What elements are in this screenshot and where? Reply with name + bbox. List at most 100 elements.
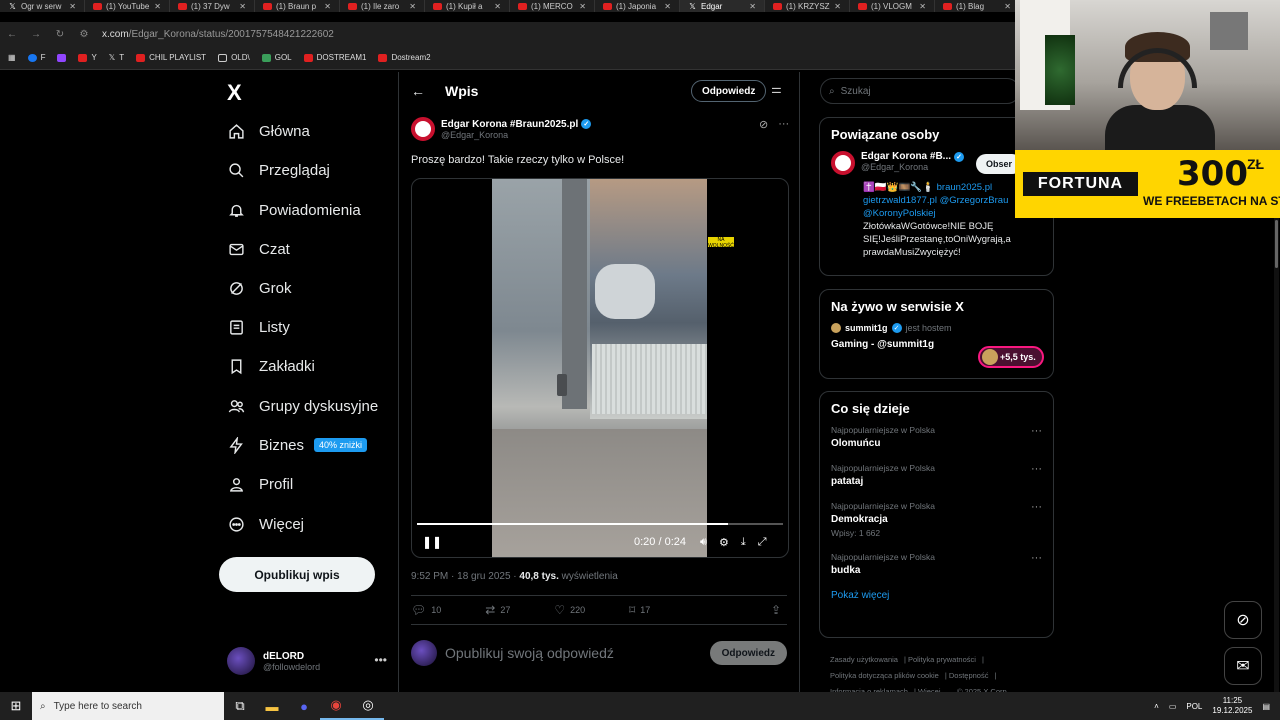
apps-icon[interactable]: ▦: [8, 53, 16, 62]
browser-tab[interactable]: (1) Japonia ✕: [595, 0, 680, 12]
trend-item[interactable]: Najpopularniejsze w Polska Demokracja Wpis…: [831, 501, 1042, 538]
reply-header-button[interactable]: Odpowiedz: [691, 80, 767, 102]
clock[interactable]: 11:25 19.12.2025: [1212, 696, 1252, 716]
grok-icon[interactable]: ⊘: [759, 118, 768, 131]
close-icon[interactable]: ✕: [409, 2, 416, 11]
reply-submit-button[interactable]: Odpowiedz: [709, 641, 787, 665]
forward-icon[interactable]: →: [24, 29, 48, 40]
trend-item[interactable]: Najpopularniejsze w Polska budka ···: [831, 552, 1042, 576]
sidebar-item-grok[interactable]: Grok: [227, 279, 292, 297]
bio-link[interactable]: @KoronyPolskiej: [863, 208, 935, 219]
close-icon[interactable]: ✕: [749, 2, 756, 11]
person-name[interactable]: Edgar Korona #B...: [861, 151, 951, 162]
close-icon[interactable]: ✕: [239, 2, 246, 11]
browser-tab[interactable]: 𝕏 Edgar ✕: [680, 0, 765, 12]
trend-item[interactable]: Najpopularniejsze w Polska patataj ···: [831, 463, 1042, 487]
sidebar-item-more[interactable]: Więcej: [227, 515, 304, 533]
browser-tab[interactable]: (1) MERCO ✕: [510, 0, 595, 12]
browser-tab[interactable]: (1) YouTube ✕: [85, 0, 170, 12]
sidebar-item-lists[interactable]: Listy: [227, 318, 290, 336]
post-timestamp[interactable]: 9:52 PM · 18 gru 2025 ·: [411, 571, 519, 582]
settings-gear-icon[interactable]: ⚙: [719, 536, 729, 549]
post-author[interactable]: Edgar Korona #Braun2025.pl ✓ @Edgar_Koron…: [411, 117, 592, 141]
obs-icon[interactable]: ◎: [352, 692, 384, 720]
reload-icon[interactable]: ↻: [48, 29, 72, 40]
close-icon[interactable]: ✕: [919, 2, 926, 11]
network-icon[interactable]: ▭: [1169, 702, 1177, 711]
bio-link[interactable]: braun2025.pl: [937, 182, 992, 193]
task-view-icon[interactable]: ⧉: [224, 692, 256, 720]
more-dots-icon[interactable]: ···: [1031, 552, 1042, 564]
site-info-icon[interactable]: ⚙: [72, 29, 96, 40]
bookmark-y[interactable]: Y: [78, 53, 97, 62]
close-icon[interactable]: ✕: [324, 2, 331, 11]
live-viewers-pill[interactable]: +5,5 tys.: [978, 346, 1044, 368]
account-switcher[interactable]: dELORD @followdelord •••: [227, 647, 387, 675]
more-dots-icon[interactable]: •••: [374, 653, 387, 667]
video-progress-bar[interactable]: [417, 523, 783, 525]
more-dots-icon[interactable]: ···: [1031, 425, 1042, 437]
reply-action[interactable]: 💬︎ 10: [411, 603, 441, 617]
sidebar-item-home[interactable]: Główna: [227, 122, 310, 140]
footer-link[interactable]: Dostępność: [949, 671, 989, 680]
author-handle[interactable]: @Edgar_Korona: [441, 130, 591, 140]
browser-tab[interactable]: (1) VLOGM ✕: [850, 0, 935, 12]
chrome-icon[interactable]: ◉: [320, 692, 352, 720]
back-arrow-icon[interactable]: ←: [411, 83, 425, 99]
more-dots-icon[interactable]: ···: [1031, 501, 1042, 513]
repost-action[interactable]: ⇄ 27: [485, 603, 510, 617]
like-action[interactable]: ♡ 220: [554, 603, 585, 617]
video-player[interactable]: NA WOLNOŚĆ ❚❚ 0:20 / 0:24 🔊︎ ⚙ ⤓ ⤢: [411, 178, 789, 558]
close-icon[interactable]: ✕: [1004, 2, 1011, 11]
bookmark-f[interactable]: F: [27, 53, 45, 62]
search-input[interactable]: ⌕ Szukaj: [820, 78, 1020, 104]
reply-input[interactable]: Opublikuj swoją odpowiedź: [445, 645, 614, 661]
show-more-link[interactable]: Pokaż więcej: [831, 590, 1042, 601]
sidebar-item-communities[interactable]: Grupy dyskusyjne: [227, 397, 378, 415]
x-logo[interactable]: X: [227, 80, 242, 106]
sidebar-item-chat[interactable]: Czat: [227, 240, 290, 258]
browser-tab[interactable]: 𝕏 Ogr w serw ✕: [0, 0, 85, 12]
sidebar-item-business[interactable]: Biznes 40% zniżki: [227, 436, 368, 454]
messages-fab[interactable]: ✉: [1224, 647, 1262, 685]
notifications-icon[interactable]: ▤: [1262, 702, 1270, 711]
footer-link[interactable]: Polityka prywatności: [908, 655, 976, 664]
footer-link[interactable]: Polityka dotycząca plików cookie: [830, 671, 939, 680]
windows-start-icon[interactable]: ⊞: [0, 698, 32, 714]
bookmark-dostream2[interactable]: Dostream2: [378, 53, 431, 62]
sidebar-item-explore[interactable]: Przeglądaj: [227, 161, 330, 179]
close-icon[interactable]: ✕: [494, 2, 501, 11]
page-scrollbar[interactable]: [1274, 218, 1279, 692]
browser-tab[interactable]: (1) Kupił a ✕: [425, 0, 510, 12]
bookmark-t[interactable]: 𝕏T: [109, 53, 124, 62]
close-icon[interactable]: ✕: [664, 2, 671, 11]
close-icon[interactable]: ✕: [154, 2, 161, 11]
bookmark-twitch[interactable]: [57, 53, 67, 62]
sidebar-item-bookmarks[interactable]: Zakładki: [227, 357, 315, 375]
bookmark-gol[interactable]: GOL: [261, 53, 292, 62]
address-input[interactable]: x.com/Edgar_Korona/status/20017575484212…: [102, 29, 334, 40]
footer-link[interactable]: Zasady użytkowania: [830, 655, 898, 664]
sidebar-item-profile[interactable]: Profil: [227, 475, 293, 493]
browser-tab[interactable]: (1) KRZYSZ ✕: [765, 0, 850, 12]
scrollbar-thumb[interactable]: [1275, 220, 1278, 268]
close-icon[interactable]: ✕: [834, 2, 841, 11]
browser-tab[interactable]: (1) Blag ✕: [935, 0, 1020, 12]
filter-icon[interactable]: ⚌: [771, 82, 782, 96]
author-avatar[interactable]: [411, 117, 435, 141]
fullscreen-icon[interactable]: ⤢: [758, 536, 767, 549]
bookmark-dostream1[interactable]: DOSTREAM1: [303, 53, 366, 62]
pause-icon[interactable]: ❚❚: [422, 535, 442, 549]
author-name[interactable]: Edgar Korona #Braun2025.pl: [441, 119, 578, 130]
sidebar-item-notifications[interactable]: Powiadomienia: [227, 201, 361, 219]
file-explorer-icon[interactable]: ▬: [256, 692, 288, 720]
pip-icon[interactable]: ⤓: [741, 536, 746, 549]
bookmark-old[interactable]: OLD\: [218, 53, 250, 62]
bookmark-chil[interactable]: CHIL PLAYLIST: [136, 53, 206, 62]
browser-tab[interactable]: (1) Ile zaro ✕: [340, 0, 425, 12]
tray-chevron-icon[interactable]: ˄: [1154, 702, 1159, 711]
more-dots-icon[interactable]: ···: [778, 118, 789, 131]
more-dots-icon[interactable]: ···: [1031, 463, 1042, 475]
language-indicator[interactable]: POL: [1186, 702, 1202, 711]
live-host[interactable]: summit1g ✓ jest hostem: [831, 323, 1042, 333]
